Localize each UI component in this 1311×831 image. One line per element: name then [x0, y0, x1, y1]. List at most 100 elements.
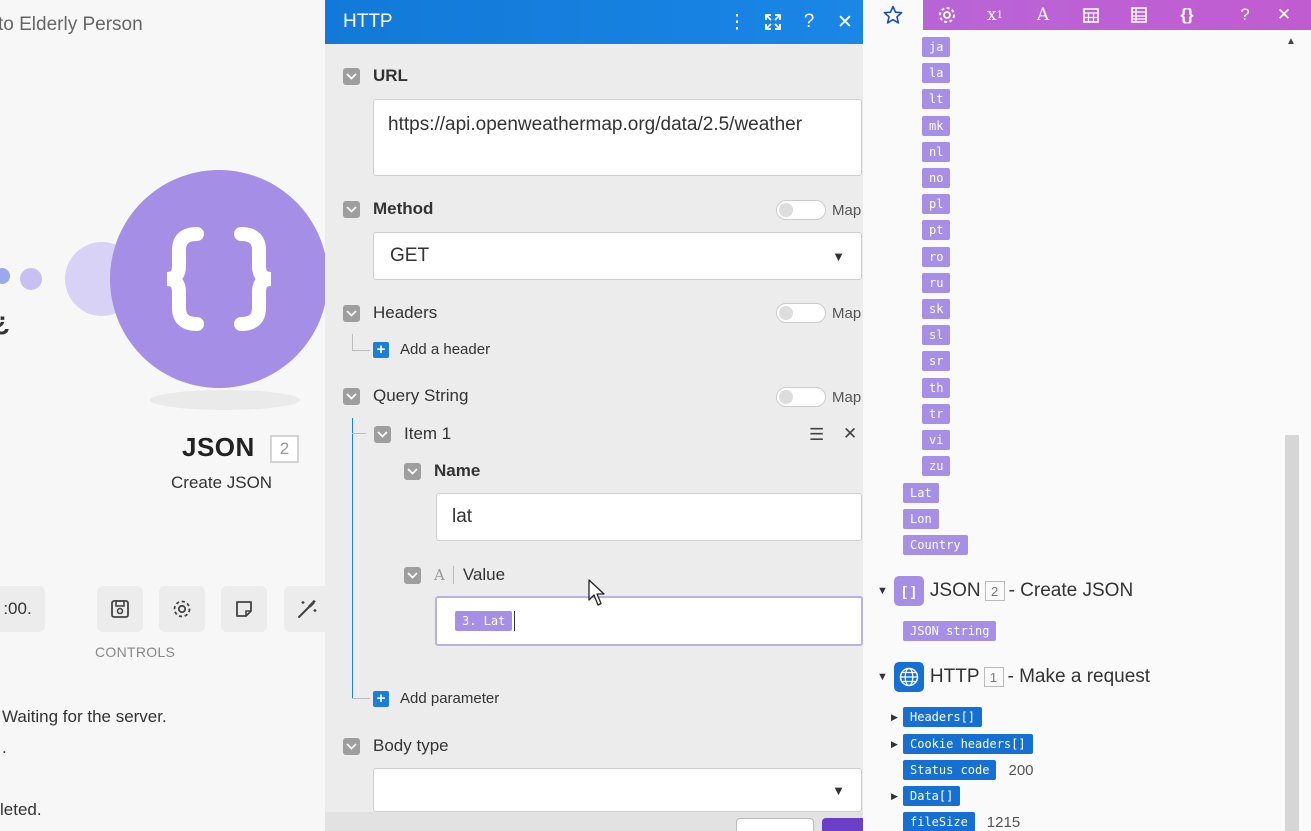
http-item-row[interactable]: Status code 200: [903, 760, 1034, 780]
http-module-panel: HTTP ⋮ ? ✕ URL https://api.openweatherma…: [325, 0, 863, 831]
close-icon[interactable]: ✕: [827, 0, 863, 44]
value-label: Value: [462, 565, 506, 584]
braces-icon: [166, 227, 272, 331]
language-pill[interactable]: lt: [922, 89, 951, 110]
scrollbar[interactable]: ▲: [1275, 30, 1311, 831]
connector-dot: [0, 268, 10, 284]
collapse-checkbox[interactable]: [343, 67, 360, 85]
scenario-canvas[interactable]: to Elderly Person ¿ JSON 2 Create JSON :…: [0, 0, 325, 831]
status-code-pill[interactable]: Status code: [903, 760, 997, 780]
method-select[interactable]: GET ▼: [373, 232, 862, 280]
caret-down-icon: ▼: [877, 585, 888, 597]
tree-line: [352, 418, 353, 698]
json-string-pill[interactable]: JSON string: [903, 621, 997, 641]
language-pill[interactable]: mk: [922, 115, 951, 136]
language-pill[interactable]: th: [922, 377, 951, 398]
notes-button[interactable]: [221, 586, 267, 632]
cookie-headers-pill[interactable]: Cookie headers[]: [903, 734, 1033, 754]
drag-handle-icon[interactable]: ☰: [809, 425, 824, 445]
array-functions-icon[interactable]: [1115, 0, 1163, 30]
mapping-panel: x1 A {} ? ✕ ja la lt mk nl no pl pt ro ru sk sl sr th…: [863, 0, 1311, 831]
headers-map-toggle[interactable]: Map: [776, 303, 861, 323]
more-options-icon[interactable]: ⋮: [719, 0, 755, 44]
mapped-value-pill[interactable]: 3. Lat: [455, 611, 513, 631]
language-pill[interactable]: ru: [922, 272, 951, 293]
add-header-button[interactable]: + Add a header: [373, 341, 490, 358]
data-pill[interactable]: Data[]: [903, 786, 961, 806]
language-pill[interactable]: zu: [922, 456, 951, 477]
json-module-section[interactable]: ▼ [ ] JSON 2 - Create JSON: [877, 576, 1133, 606]
globe-icon: [893, 662, 924, 692]
language-pill[interactable]: ro: [922, 246, 951, 267]
module-number-badge: 2: [270, 435, 299, 463]
collapse-checkbox[interactable]: [404, 566, 421, 584]
favorites-tab[interactable]: [863, 0, 923, 30]
url-input[interactable]: https://api.openweathermap.org/data/2.5/…: [373, 99, 862, 176]
language-pill[interactable]: vi: [922, 430, 951, 450]
cancel-button[interactable]: [736, 818, 814, 831]
module-number-badge: 2: [984, 581, 1005, 601]
field-pill-lat[interactable]: Lat: [903, 483, 939, 503]
collapse-checkbox[interactable]: [343, 387, 360, 405]
caret-down-icon: ▼: [877, 671, 888, 683]
http-item-row[interactable]: ▶ Data[]: [891, 786, 961, 806]
collapse-checkbox[interactable]: [404, 462, 421, 480]
ok-button[interactable]: [822, 818, 863, 831]
name-input[interactable]: lat: [436, 493, 862, 541]
language-pill[interactable]: ja: [922, 37, 951, 57]
http-item-row[interactable]: ▶ Headers[]: [891, 707, 983, 727]
save-button[interactable]: [97, 586, 143, 632]
add-parameter-button[interactable]: + Add parameter: [373, 690, 499, 707]
section-subtitle: - Make a request: [1007, 666, 1151, 687]
toggle-switch[interactable]: [776, 303, 826, 323]
scroll-up-icon[interactable]: ▲: [1286, 36, 1296, 47]
body-type-select[interactable]: ▼: [373, 768, 862, 812]
help-icon[interactable]: ?: [1221, 0, 1269, 30]
query-string-map-toggle[interactable]: Map: [776, 387, 861, 407]
text-type-icon: A: [434, 566, 445, 584]
collapse-checkbox[interactable]: [374, 425, 391, 443]
language-pill[interactable]: no: [922, 168, 951, 188]
text-functions-icon[interactable]: A: [1019, 0, 1067, 30]
headers-pill[interactable]: Headers[]: [903, 707, 983, 727]
expand-icon[interactable]: [755, 0, 791, 44]
language-pill[interactable]: sk: [922, 299, 951, 319]
json-module-node[interactable]: [110, 170, 325, 388]
filesize-pill[interactable]: fileSize: [903, 812, 975, 831]
braces-icon[interactable]: {}: [1163, 0, 1211, 30]
math-functions-icon[interactable]: x1: [971, 0, 1019, 30]
http-item-row[interactable]: ▶ Cookie headers[]: [891, 734, 1033, 754]
collapse-checkbox[interactable]: [343, 304, 360, 322]
headers-label: Headers: [373, 303, 438, 322]
value-input[interactable]: 3. Lat: [435, 596, 863, 646]
method-map-toggle[interactable]: Map: [776, 200, 861, 220]
collapse-checkbox[interactable]: [343, 200, 360, 218]
language-pill[interactable]: nl: [922, 141, 951, 162]
toggle-switch[interactable]: [776, 387, 826, 407]
field-pill-country[interactable]: Country: [903, 535, 968, 555]
close-icon[interactable]: ✕: [1269, 0, 1299, 30]
map-label: Map: [832, 388, 862, 406]
auto-align-button[interactable]: [284, 586, 325, 632]
language-pill[interactable]: sl: [922, 325, 951, 346]
mapper-toolbar: x1 A {} ? ✕: [863, 0, 1311, 30]
schedule-chip[interactable]: :00.: [0, 586, 45, 632]
language-pill[interactable]: tr: [922, 403, 951, 424]
http-module-section[interactable]: ▼ HTTP 1 - Make a request: [877, 662, 1150, 692]
language-pill[interactable]: sr: [922, 351, 951, 372]
language-pill[interactable]: pl: [922, 194, 951, 215]
remove-item-icon[interactable]: ✕: [843, 424, 857, 444]
collapse-checkbox[interactable]: [343, 737, 360, 755]
schedule-text: :00.: [3, 599, 32, 618]
help-icon[interactable]: ?: [791, 0, 827, 44]
language-pill[interactable]: pt: [922, 220, 951, 241]
http-item-row[interactable]: fileSize 1215: [903, 812, 1020, 831]
language-pill[interactable]: la: [922, 63, 951, 84]
toggle-switch[interactable]: [776, 200, 826, 220]
gear-icon[interactable]: [923, 0, 971, 30]
date-functions-icon[interactable]: [1067, 0, 1115, 30]
scroll-thumb[interactable]: [1285, 435, 1299, 831]
field-pill-lon[interactable]: Lon: [903, 509, 939, 529]
settings-button[interactable]: [159, 586, 205, 632]
plus-icon: +: [373, 690, 389, 707]
